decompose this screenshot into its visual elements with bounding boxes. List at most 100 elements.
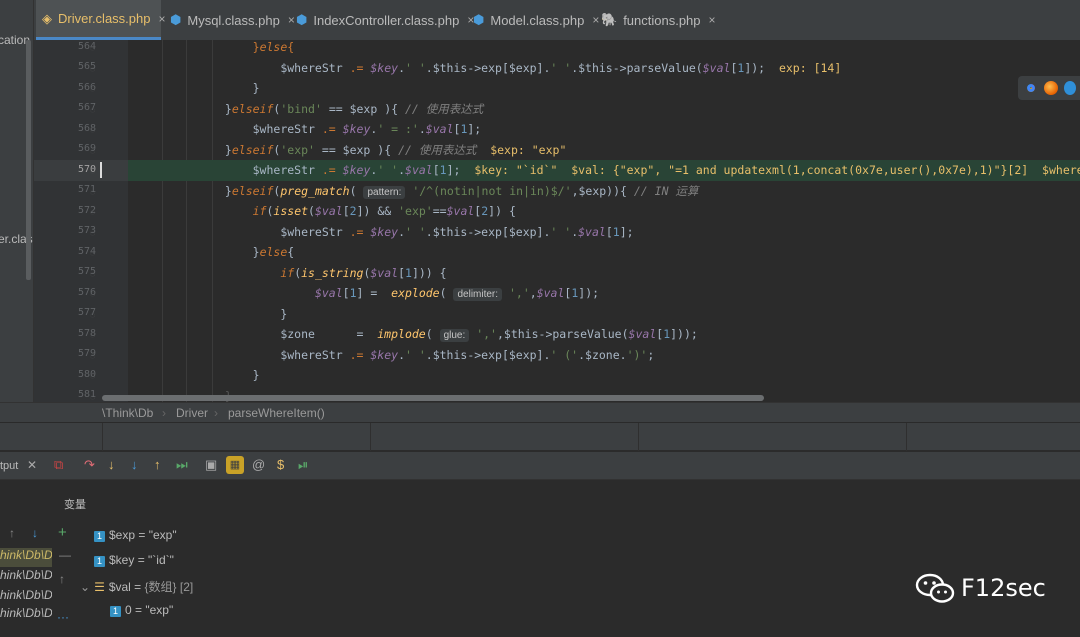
line-number: 575: [77, 266, 96, 277]
firefox-icon[interactable]: [1044, 81, 1058, 95]
fold-marker-icon[interactable]: ◌: [90, 146, 95, 156]
fold-marker-icon[interactable]: ◌: [90, 105, 95, 115]
fold-marker-icon[interactable]: ◌: [90, 392, 95, 402]
code-line-570: $whereStr .= $key.' '.$val[1]; $key: "`i…: [128, 160, 1080, 181]
line-number: 579: [77, 348, 96, 359]
breadcrumb-class[interactable]: Driver: [176, 406, 208, 420]
tab-indexcontroller[interactable]: ⬢ IndexController.class.php ×: [296, 0, 474, 40]
arrow-up-icon[interactable]: ↑: [59, 572, 65, 586]
chevron-down-icon[interactable]: ⌄: [80, 580, 90, 594]
close-icon[interactable]: ×: [709, 13, 716, 27]
array-icon: ☰: [94, 580, 105, 594]
editor-tab-bar: ◈ Driver.class.php × ⬢ Mysql.class.php ×…: [0, 0, 1080, 40]
chrome-icon[interactable]: [1024, 81, 1038, 95]
fold-marker-icon[interactable]: ◌: [90, 248, 95, 258]
fold-marker-icon[interactable]: ◌: [90, 125, 95, 135]
variable-row[interactable]: 10 = "exp": [110, 603, 173, 617]
project-panel: cation er.clas: [0, 0, 34, 420]
close-icon[interactable]: ×: [288, 13, 295, 27]
force-step-into-icon[interactable]: ↓: [131, 457, 138, 472]
line-number: 574: [77, 245, 96, 257]
stack-frame[interactable]: hink\Db\D: [0, 568, 52, 587]
fold-marker-icon[interactable]: ◌: [90, 371, 95, 381]
step-over-icon[interactable]: ↷: [84, 457, 95, 473]
fold-marker-icon[interactable]: ◌: [90, 207, 95, 217]
variable-row[interactable]: 1 $exp = "exp": [94, 528, 177, 542]
php-class-icon: ◈: [42, 10, 52, 26]
remove-icon[interactable]: —: [59, 548, 71, 562]
tab-functions[interactable]: 🐘 functions.php ×: [601, 0, 716, 40]
arrow-down-icon[interactable]: ↓: [32, 526, 38, 540]
breadcrumb-namespace[interactable]: \Think\Db: [102, 406, 153, 420]
tab-model[interactable]: ⬢ Model.class.php ×: [473, 0, 599, 40]
code-line-565: $whereStr .= $key.' '.$this->exp[$exp].'…: [128, 60, 842, 75]
close-icon[interactable]: ×: [158, 12, 165, 26]
fold-marker-icon[interactable]: ◌: [90, 43, 95, 53]
inline-debug-value: $key: "`id`" $val: {"exp", "=1 and updat…: [474, 163, 1080, 177]
step-out-icon[interactable]: ↑: [154, 457, 161, 472]
line-number: 569: [77, 143, 96, 154]
variables-panel: 变量 ↑ ↓ + — ↑ ··· hink\Db\D hink\Db\D hin…: [0, 482, 1080, 637]
horizontal-scrollbar[interactable]: [102, 395, 764, 401]
fold-marker-icon[interactable]: ◌: [90, 310, 95, 320]
fold-marker-icon[interactable]: ◌: [90, 84, 95, 94]
stack-frame[interactable]: hink\Db\D: [0, 588, 52, 607]
code-line-568: $whereStr .= $key.' = :'.$val[1];: [128, 122, 482, 136]
close-icon[interactable]: ×: [592, 13, 599, 27]
breadcrumb: \Think\Db › Driver › parseWhereItem(): [0, 402, 1080, 422]
variable-row[interactable]: 1 $key = "`id`": [94, 553, 174, 567]
variable-icon: 1: [110, 606, 121, 617]
code-editor[interactable]: 564 ◌ 565 ◌ 566 ◌ 567 ◌ 568 ◌ 569 ◌ 570 ◌ 571 ◌ 572 ◌ 573 ◌…: [34, 40, 1080, 402]
code-line-572: if(isset($val[2]) && 'exp'==$val[2]) {: [252, 204, 516, 218]
code-line-571: }elseif(preg_match( pattern: '/^(notin|n…: [128, 183, 699, 199]
watch-icon[interactable]: @: [252, 457, 265, 472]
line-number: 571: [77, 184, 96, 195]
line-number: 580: [77, 368, 96, 380]
fold-marker-icon[interactable]: ◌: [90, 289, 95, 299]
fold-marker-icon[interactable]: ◌: [90, 166, 95, 176]
fold-marker-icon[interactable]: ◌: [90, 351, 95, 361]
more-icon[interactable]: ···: [57, 610, 69, 624]
frames-icon[interactable]: ⧉: [54, 457, 63, 473]
tab-output[interactable]: tput: [0, 460, 18, 472]
add-icon[interactable]: +: [58, 524, 67, 541]
line-number: 570: [77, 163, 96, 175]
variable-icon: 1: [94, 531, 105, 542]
php-class-icon: ⬢: [170, 12, 182, 27]
line-number: 573: [77, 225, 96, 236]
param-hint: glue:: [439, 329, 470, 342]
code-line-566: }: [128, 81, 260, 95]
arrow-up-icon[interactable]: ↑: [9, 526, 15, 540]
variable-row[interactable]: ⌄ ☰ $val = {数组} [2]: [80, 578, 193, 595]
variable-icon: 1: [94, 556, 105, 567]
fold-marker-icon[interactable]: ◌: [90, 64, 95, 74]
step-into-icon[interactable]: ↓: [108, 457, 115, 472]
line-number: 568: [77, 122, 96, 134]
run-to-cursor-icon[interactable]: ⏭: [176, 457, 188, 473]
edge-icon[interactable]: [1064, 81, 1076, 95]
variables-title: 变量: [64, 499, 86, 511]
code-line-564: }else{: [252, 40, 295, 54]
fold-marker-icon[interactable]: ◌: [90, 330, 95, 340]
param-hint: pattern:: [363, 185, 406, 199]
console-icon[interactable]: ▣: [205, 457, 217, 473]
watermark-text: F12sec: [961, 574, 1046, 602]
tool-window-header: [0, 422, 1080, 451]
project-scrollbar[interactable]: [26, 40, 31, 280]
resume-icon[interactable]: ⏯: [298, 457, 308, 473]
stack-frame[interactable]: hink\Db\D: [0, 606, 52, 625]
fold-marker-icon[interactable]: ◌: [90, 228, 95, 238]
tab-driver[interactable]: ◈ Driver.class.php ×: [36, 0, 166, 40]
php-elephant-icon: 🐘: [601, 12, 618, 27]
fold-marker-icon[interactable]: ◌: [90, 187, 95, 197]
tab-mysql[interactable]: ⬢ Mysql.class.php ×: [170, 0, 295, 40]
wechat-logo-icon: [915, 573, 955, 603]
variable-icon[interactable]: $: [277, 457, 284, 472]
breadcrumb-method[interactable]: parseWhereItem(): [228, 406, 325, 420]
evaluate-icon[interactable]: ▦: [226, 456, 244, 474]
fold-marker-icon[interactable]: ◌: [90, 269, 95, 279]
code-line-577: }: [128, 306, 288, 321]
line-number: 572: [77, 204, 96, 216]
stack-frame[interactable]: hink\Db\D: [0, 548, 52, 567]
close-icon[interactable]: ✕: [27, 458, 37, 472]
